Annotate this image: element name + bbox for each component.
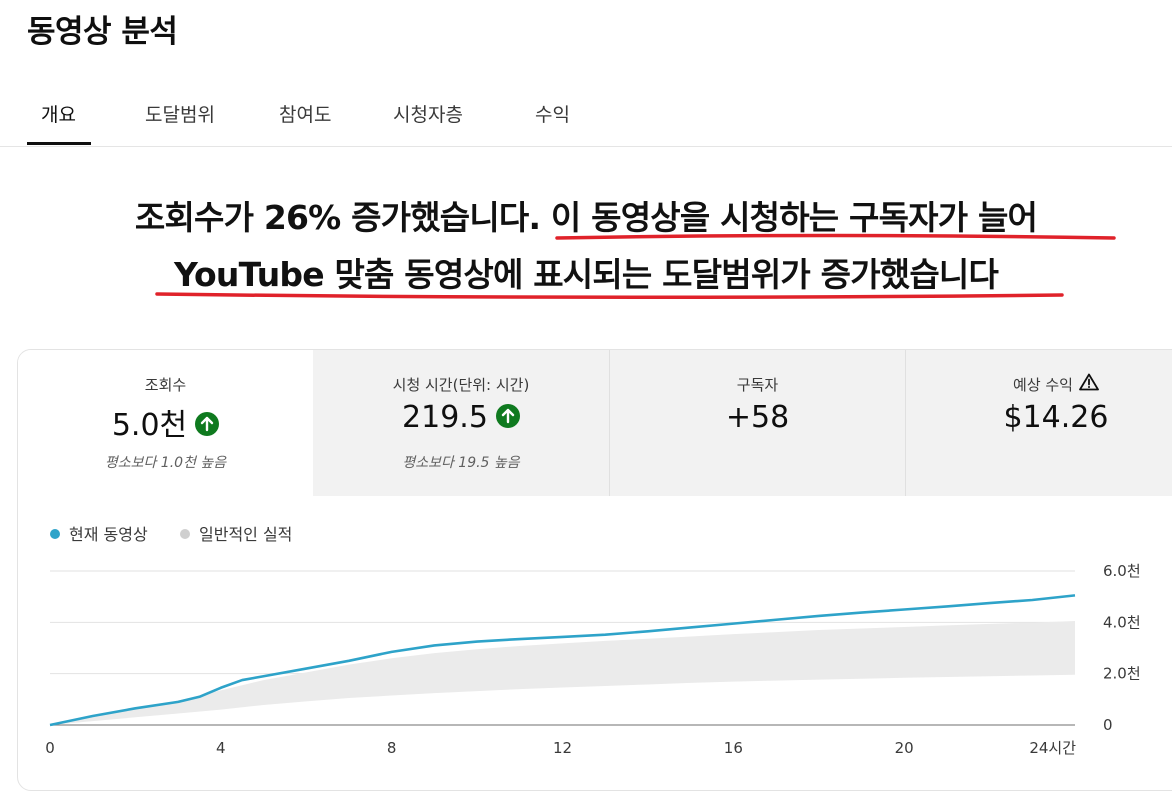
- warning-icon[interactable]: [1079, 373, 1099, 395]
- y-tick-label: 2.0천: [1103, 665, 1141, 683]
- legend-label: 현재 동영상: [69, 525, 148, 544]
- x-tick-label: 20: [895, 739, 914, 757]
- legend-item-typical: 일반적인 실적: [180, 521, 292, 545]
- metric-watch-time[interactable]: 시청 시간(단위: 시간) 219.5 평소보다 19.5 높음: [313, 350, 609, 496]
- metric-value: 219.5: [402, 400, 488, 435]
- metric-label: 조회수: [144, 376, 187, 394]
- metric-value: 5.0천: [111, 408, 188, 443]
- x-tick-label: 12: [553, 739, 572, 757]
- metric-label: 구독자: [736, 376, 779, 394]
- x-tick-label: 8: [387, 739, 397, 757]
- metric-comparison: 평소보다 19.5 높음: [402, 455, 520, 471]
- x-tick-label: 24시간: [1029, 739, 1076, 757]
- caption-highlight-underline: [155, 233, 1116, 300]
- metric-comparison: 평소보다 1.0천 높음: [104, 455, 227, 471]
- metric-views[interactable]: 조회수 5.0천 평소보다 1.0천 높음: [18, 350, 313, 496]
- legend-item-current: 현재 동영상: [50, 521, 148, 545]
- metric-label: 예상 수익: [1013, 376, 1073, 394]
- x-tick-label: 16: [724, 739, 743, 757]
- y-tick-label: 4.0천: [1103, 613, 1141, 631]
- legend-label: 일반적인 실적: [199, 525, 293, 544]
- legend-dot-icon: [180, 529, 190, 539]
- metric-subscribers[interactable]: 구독자 +58: [610, 350, 905, 496]
- metric-value: $14.26: [1003, 400, 1109, 435]
- metric-value: +58: [725, 400, 790, 435]
- arrow-up-circle-icon: [195, 411, 220, 436]
- legend-dot-icon: [50, 529, 60, 539]
- x-tick-label: 0: [45, 739, 55, 757]
- metric-label: 시청 시간(단위: 시간): [392, 376, 530, 394]
- x-tick-label: 4: [216, 739, 226, 757]
- y-tick-label: 6.0천: [1103, 562, 1141, 580]
- metric-estimated-revenue[interactable]: 예상 수익 $14.26: [906, 350, 1172, 496]
- y-tick-label: 0: [1103, 716, 1113, 734]
- views-chart[interactable]: 0 2.0천 4.0천 6.0천 0 4 8 12 16 20 24시간: [0, 555, 1172, 780]
- arrow-up-circle-icon: [495, 403, 520, 428]
